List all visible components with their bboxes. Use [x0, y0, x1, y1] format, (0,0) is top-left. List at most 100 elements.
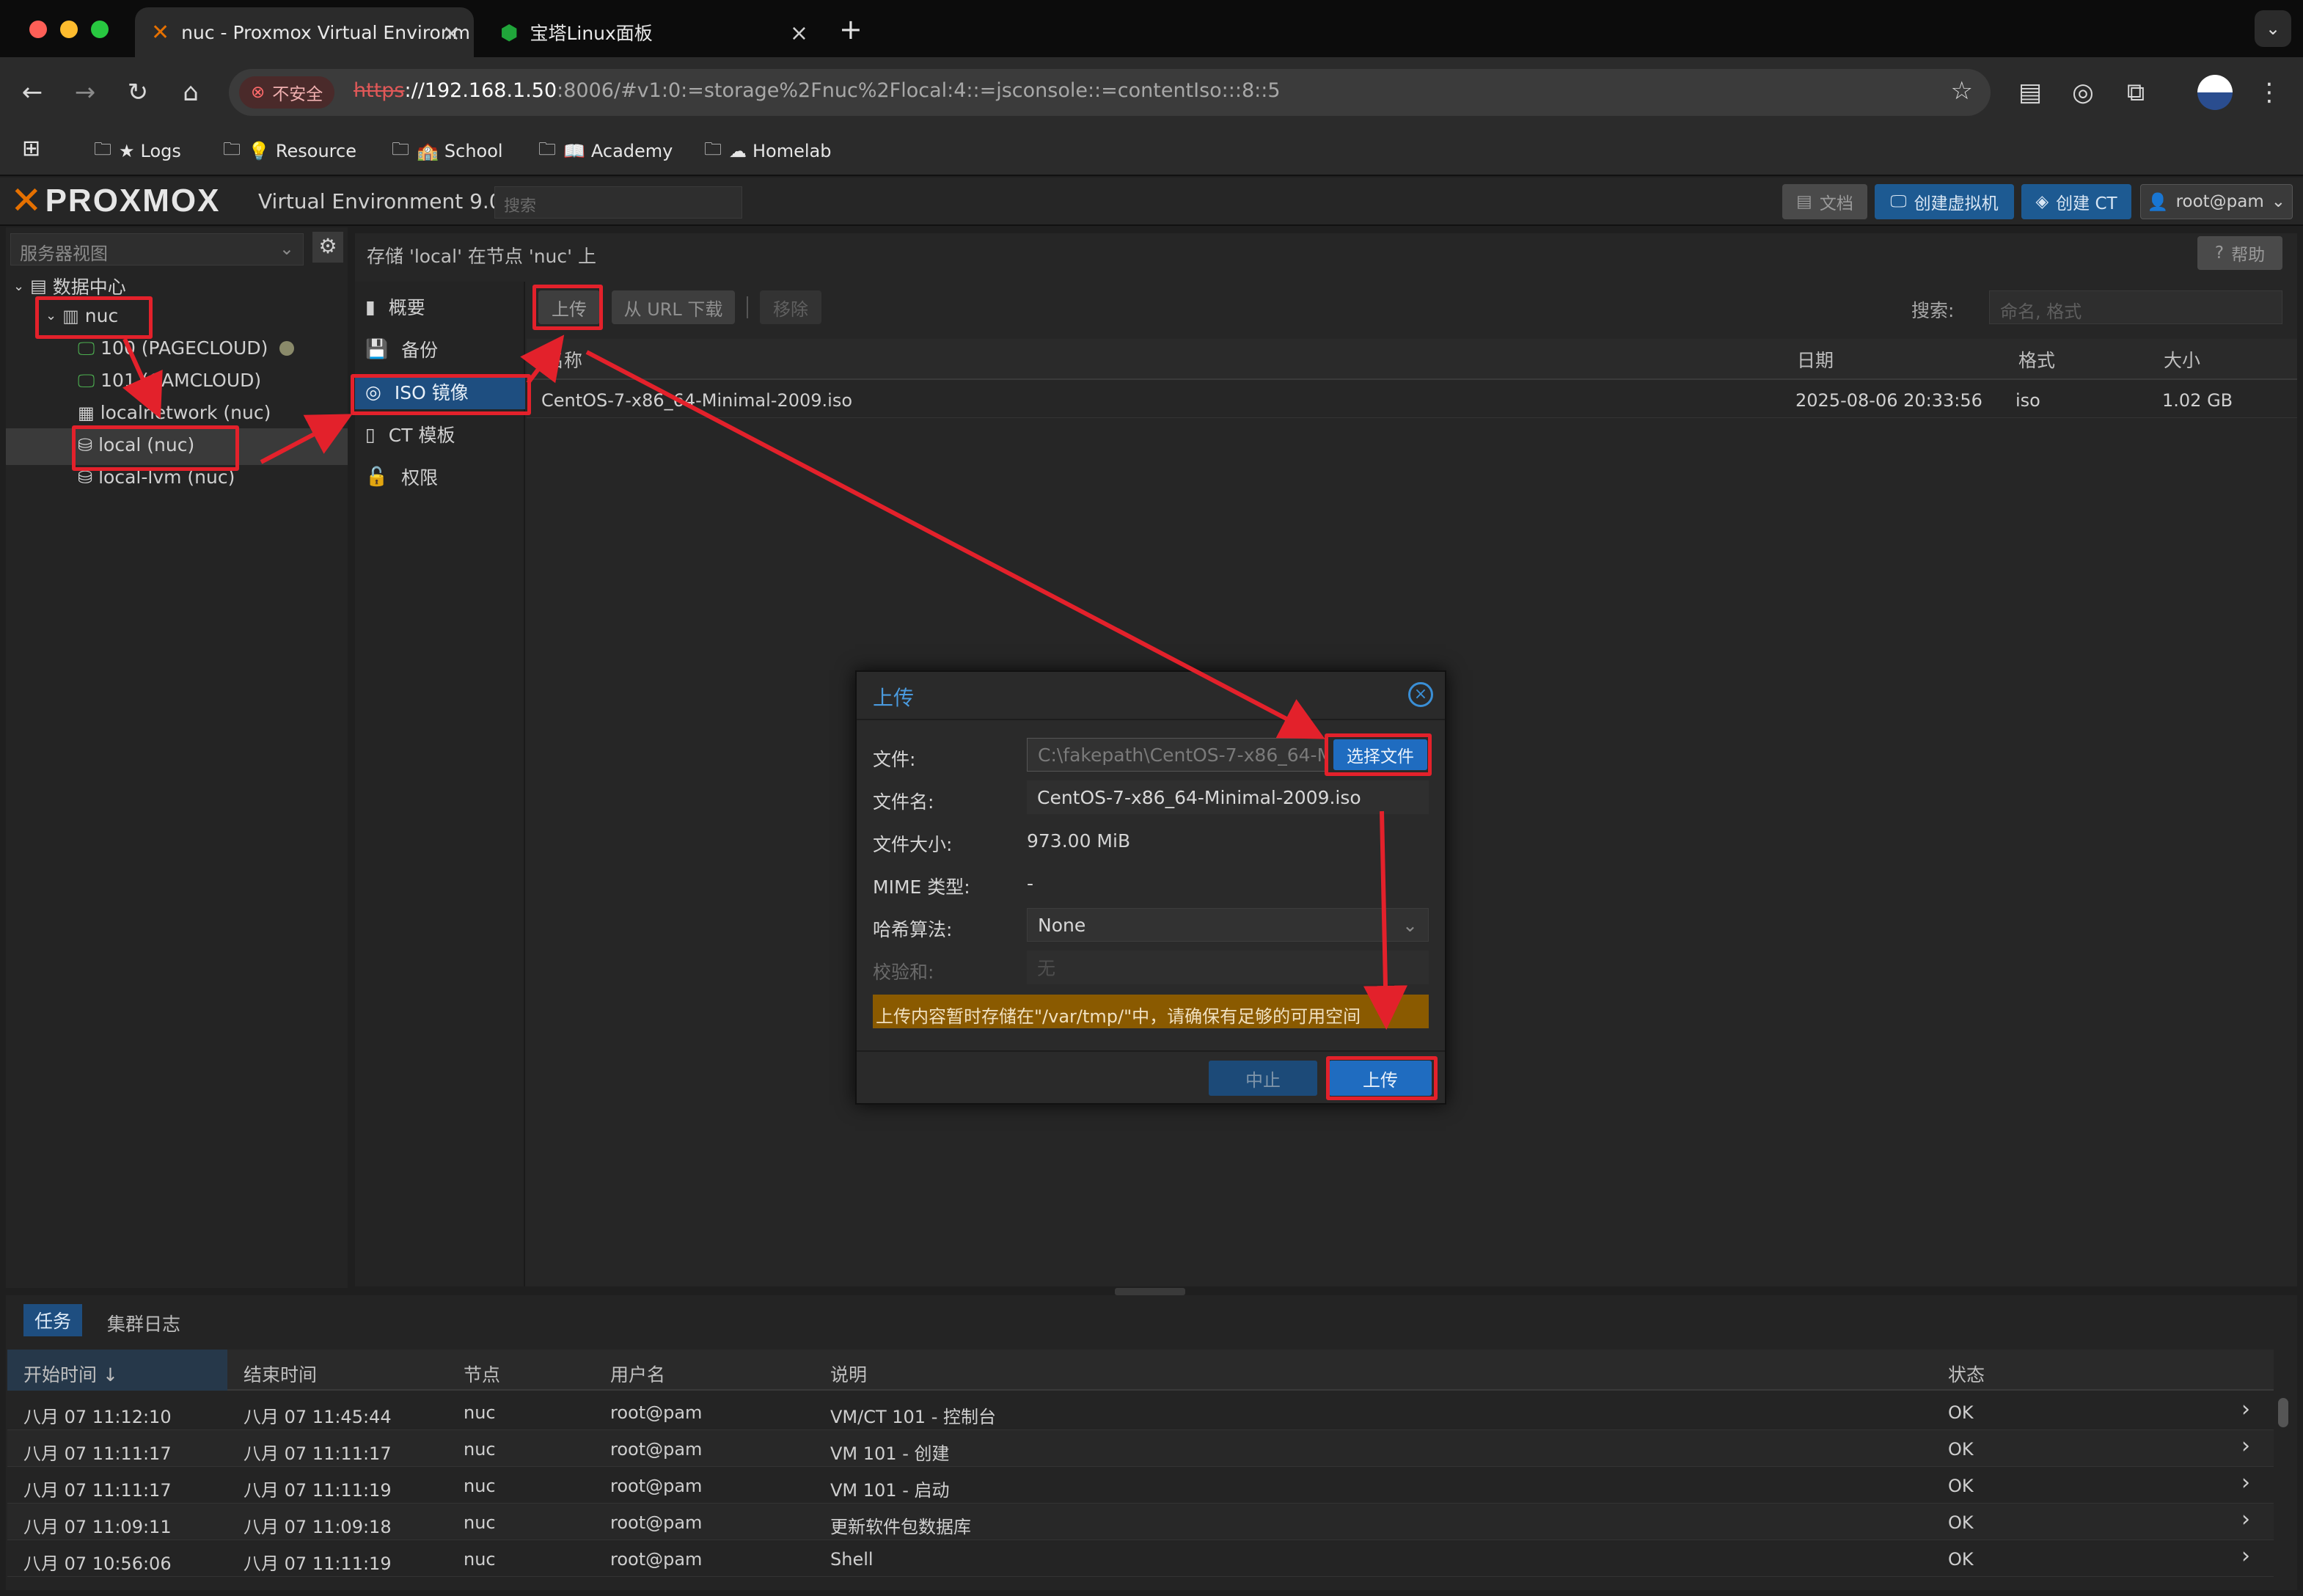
- chevron-right-icon[interactable]: ›: [2241, 1433, 2250, 1459]
- abort-button[interactable]: 中止: [1209, 1061, 1317, 1096]
- filesize-label: 文件大小:: [873, 834, 953, 855]
- proxmox-icon: ✕: [151, 19, 170, 45]
- profile-avatar[interactable]: [2197, 75, 2233, 110]
- col-format[interactable]: 格式: [2018, 346, 2055, 373]
- subnav-summary[interactable]: ▮ 概要: [365, 289, 425, 324]
- bookmark-star-icon[interactable]: ☆: [1951, 76, 1973, 106]
- close-tab-icon[interactable]: ×: [790, 21, 808, 46]
- subnav-backup[interactable]: 💾 备份: [365, 332, 438, 367]
- col-start-time[interactable]: 开始时间 ↓: [23, 1357, 118, 1391]
- col-node[interactable]: 节点: [464, 1357, 500, 1391]
- back-icon[interactable]: ←: [12, 72, 53, 113]
- remove-button[interactable]: 移除: [760, 290, 821, 324]
- bookmark-logs[interactable]: 🗀 ★ Logs: [94, 136, 181, 166]
- download-url-button[interactable]: 从 URL 下载: [612, 290, 735, 324]
- col-end-time[interactable]: 结束时间: [244, 1357, 317, 1391]
- tree-datacenter[interactable]: ⌄ ▤ 数据中心: [13, 273, 126, 299]
- task-row[interactable]: 八月 07 10:56:06 八月 07 11:11:19 nuc root@pam S…: [7, 1540, 2274, 1577]
- col-name[interactable]: 名称: [546, 346, 582, 373]
- chevron-right-icon[interactable]: ›: [2241, 1470, 2250, 1496]
- panel-splitter[interactable]: [1115, 1288, 1185, 1295]
- storage-subnav: ▮ 概要 💾 备份 ◎ ISO 镜像 ▯ CT 模板 🔓 权限: [355, 282, 525, 1286]
- chevron-right-icon[interactable]: ›: [2241, 1543, 2250, 1569]
- global-search-input[interactable]: 搜索: [494, 186, 742, 219]
- close-tab-icon[interactable]: ×: [442, 21, 461, 46]
- help-button[interactable]: ? 帮助: [2197, 236, 2282, 270]
- gear-icon[interactable]: ⚙: [312, 232, 343, 263]
- task-row[interactable]: 八月 07 11:11:17 八月 07 11:11:19 nuc root@pam V…: [7, 1467, 2274, 1504]
- forward-icon[interactable]: →: [65, 72, 106, 113]
- annotation-box-local: [72, 425, 239, 471]
- mime-label: MIME 类型:: [873, 876, 970, 898]
- create-vm-button[interactable]: 🖵 创建虚拟机: [1875, 184, 2014, 219]
- menu-icon[interactable]: ⋮: [2249, 72, 2290, 113]
- task-row[interactable]: 八月 07 11:09:11 八月 07 11:09:18 nuc root@pam 更…: [7, 1504, 2274, 1540]
- folder-icon: 🗀: [538, 138, 556, 159]
- tree-vm-101[interactable]: 🖵 101 (CAMCLOUD): [78, 370, 261, 391]
- task-scrollbar[interactable]: [2278, 1398, 2288, 1427]
- col-date[interactable]: 日期: [1797, 346, 1834, 373]
- tab-cluster-log[interactable]: 集群日志: [107, 1310, 180, 1336]
- dialog-footer-divider: [857, 1050, 1445, 1052]
- reload-icon[interactable]: ↻: [117, 72, 158, 113]
- bookmark-academy[interactable]: 🗀 📖 Academy: [538, 136, 673, 166]
- tab-list-icon[interactable]: ⌄: [2255, 10, 2291, 47]
- annotation-box-choose-file: [1325, 733, 1432, 776]
- annotation-box-node: [35, 296, 153, 339]
- docs-button[interactable]: ▤ 文档: [1782, 184, 1867, 219]
- tab-baota[interactable]: ⬢ 宝塔Linux面板 ×: [484, 7, 821, 57]
- chevron-right-icon[interactable]: ›: [2241, 1507, 2250, 1532]
- bookmark-homelab[interactable]: 🗀 ☁ Homelab: [704, 136, 831, 166]
- view-selector[interactable]: 服务器视图 ⌄: [10, 233, 304, 266]
- search-input[interactable]: 命名, 格式: [1989, 290, 2282, 324]
- user-menu-button[interactable]: 👤 root@pam ⌄: [2140, 184, 2293, 219]
- iso-grid-row[interactable]: CentOS-7-x86_64-Minimal-2009.iso 2025-08…: [527, 381, 2297, 418]
- minimize-window-button[interactable]: [60, 21, 78, 38]
- tree-vm-100[interactable]: 🖵 100 (PAGECLOUD): [78, 337, 295, 359]
- checksum-field[interactable]: 无: [1027, 951, 1429, 984]
- task-grid-header: [7, 1350, 2274, 1391]
- bookmark-resource[interactable]: 🗀 💡 Resource: [223, 136, 356, 166]
- tree-localnetwork[interactable]: ▦ localnetwork (nuc): [78, 402, 271, 423]
- filename-label: 文件名:: [873, 791, 934, 813]
- create-ct-button[interactable]: ◈ 创建 CT: [2021, 184, 2131, 219]
- extensions-icon[interactable]: ⧉: [2115, 72, 2156, 113]
- chevron-right-icon[interactable]: ›: [2241, 1396, 2250, 1422]
- col-size[interactable]: 大小: [2164, 346, 2200, 373]
- task-row[interactable]: 八月 07 11:11:17 八月 07 11:11:17 nuc root@pam V…: [7, 1430, 2274, 1467]
- reading-list-icon[interactable]: ▤: [2010, 72, 2051, 113]
- tab-tasks[interactable]: 任务: [23, 1304, 82, 1336]
- address-bar[interactable]: ⊗ 不安全 https://192.168.1.50:8006/#v1:0:=s…: [229, 69, 1991, 116]
- subnav-ct-templates[interactable]: ▯ CT 模板: [365, 417, 455, 452]
- proxmox-logo: ✕ PROXMOX: [10, 179, 221, 223]
- incognito-icon[interactable]: ◎: [2062, 72, 2104, 113]
- security-badge[interactable]: ⊗ 不安全: [239, 76, 335, 109]
- url-text: https://192.168.1.50:8006/#v1:0:=storage…: [354, 79, 1281, 102]
- expand-icon: ⌄: [13, 278, 25, 294]
- apps-grid-icon[interactable]: ⊞: [22, 133, 40, 163]
- close-window-button[interactable]: [29, 21, 47, 38]
- iso-name: CentOS-7-x86_64-Minimal-2009.iso: [541, 390, 853, 411]
- maximize-window-button[interactable]: [91, 21, 109, 38]
- iso-size: 1.02 GB: [2162, 390, 2233, 411]
- mime-value: -: [1027, 873, 1034, 894]
- vm-running-icon: 🖵: [78, 370, 95, 391]
- tab-proxmox[interactable]: ✕ nuc - Proxmox Virtual Environm ×: [135, 7, 474, 57]
- proxmox-x-icon: ✕: [10, 179, 43, 223]
- bookmark-school[interactable]: 🗀 🏫 School: [392, 136, 503, 166]
- new-tab-icon[interactable]: +: [839, 13, 863, 45]
- subnav-permissions[interactable]: 🔓 权限: [365, 459, 438, 494]
- floppy-icon: 💾: [365, 338, 389, 359]
- home-icon[interactable]: ⌂: [170, 72, 211, 113]
- col-description[interactable]: 说明: [830, 1357, 867, 1391]
- status-dot-icon: [279, 340, 295, 356]
- col-user[interactable]: 用户名: [610, 1357, 665, 1391]
- file-path-field[interactable]: C:\fakepath\CentOS-7-x86_64-Mi: [1027, 738, 1328, 772]
- col-status[interactable]: 状态: [1948, 1357, 1985, 1391]
- folder-icon: 🗀: [704, 138, 722, 159]
- dialog-title: 上传: [873, 686, 915, 710]
- task-row[interactable]: 八月 07 11:12:10 八月 07 11:45:44 nuc root@pam V…: [7, 1394, 2274, 1430]
- dialog-close-icon[interactable]: ×: [1408, 682, 1433, 707]
- hash-select[interactable]: None ⌄: [1027, 908, 1429, 942]
- filename-field[interactable]: CentOS-7-x86_64-Minimal-2009.iso: [1027, 780, 1429, 814]
